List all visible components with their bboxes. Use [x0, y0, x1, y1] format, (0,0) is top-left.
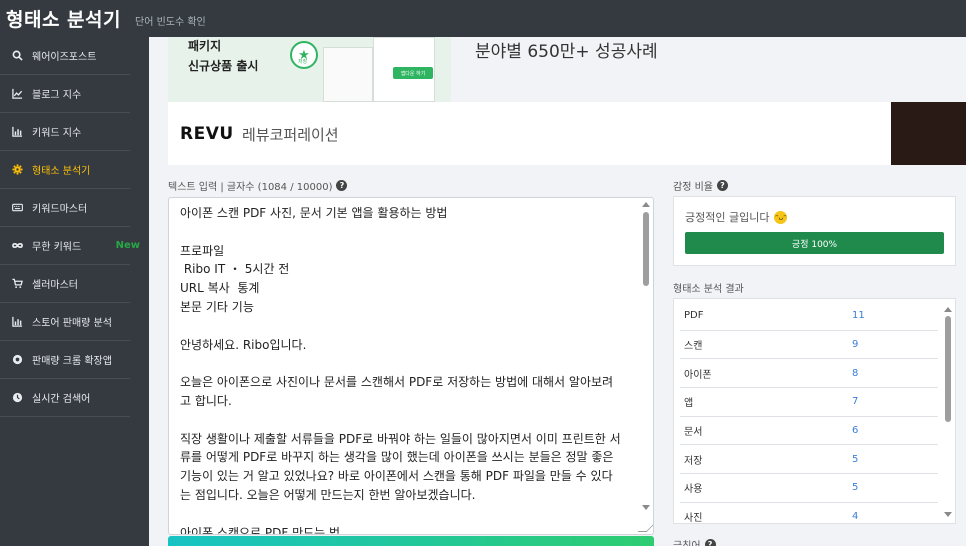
sidebar-item-chrome-extension[interactable]: 판매량 크롬 확장앱 — [0, 341, 130, 379]
morpheme-count[interactable]: 9 — [852, 339, 858, 350]
morpheme-count[interactable]: 8 — [852, 368, 858, 379]
sentiment-label: 감정 비율 ? — [673, 178, 728, 193]
text-input-content[interactable]: 아이폰 스캔 PDF 사진, 문서 기본 앱을 활용하는 방법 프로파일 Rib… — [169, 198, 653, 534]
sidebar-item-infinite-keyword[interactable]: 무한 키워드 New — [0, 227, 140, 265]
sentiment-result: 긍정적인 글입니다 ᵔᴗᵔ — [685, 209, 788, 225]
sidebar-item-label: 무한 키워드 — [32, 242, 82, 253]
chrome-icon — [10, 353, 24, 367]
morpheme-word: 저장 — [684, 455, 703, 467]
morpheme-count[interactable]: 6 — [852, 425, 858, 436]
morpheme-result-panel: PDF 11 스캔 9 아이폰 8 앱7 문서 6 저장 5 사용 5 사진 4 — [673, 298, 956, 524]
sidebar-item-whereispost[interactable]: 웨어이즈포스트 — [0, 37, 130, 75]
keyboard-icon — [10, 201, 24, 215]
ad-brand-banner[interactable]: REVU 레뷰코퍼레이션 — [168, 102, 966, 165]
gear-icon — [10, 163, 24, 177]
text-input-area[interactable]: 아이폰 스캔 PDF 사진, 문서 기본 앱을 활용하는 방법 프로파일 Rib… — [168, 197, 654, 535]
morpheme-word: 아이폰 — [684, 369, 712, 381]
table-row: 스캔 9 — [680, 331, 938, 360]
smile-emoji-icon: ᵔᴗᵔ — [774, 210, 788, 224]
morpheme-word: 문서 — [684, 427, 703, 439]
text-input-label-text: 텍스트 입력 | 글자수 (1084 / 10000) — [168, 182, 333, 193]
scrollbar-thumb[interactable] — [945, 316, 951, 422]
table-row: PDF 11 — [680, 302, 938, 331]
ad-thumbnail-image — [891, 102, 966, 165]
morpheme-word: PDF — [684, 310, 704, 322]
forbidden-words-label-text: 금칙어 — [673, 537, 701, 546]
table-row: 사용 5 — [680, 474, 938, 503]
sidebar-item-store-sales[interactable]: 스토어 판매량 분석 — [0, 303, 130, 341]
morpheme-scrollbar[interactable] — [943, 307, 953, 517]
table-row: 아이폰 8 — [680, 359, 938, 389]
ad-banner-line2: 신규상품 출시 — [188, 59, 259, 73]
sidebar-item-keyword-master[interactable]: 키워드마스터 — [0, 189, 130, 227]
infinity-icon — [10, 239, 24, 253]
help-icon[interactable]: ? — [704, 539, 716, 546]
line-chart-icon — [10, 87, 24, 101]
morpheme-result-label: 형태소 분석 결과 — [673, 284, 744, 295]
sidebar-item-label: 판매량 크롬 확장앱 — [32, 356, 112, 367]
revu-logo: REVU — [180, 124, 234, 144]
morpheme-word: 사용 — [684, 484, 703, 496]
new-badge: New — [115, 240, 140, 251]
sidebar-item-blog-index[interactable]: 블로그 지수 — [0, 75, 130, 113]
sidebar-item-keyword-index[interactable]: 키워드 지수 — [0, 113, 130, 151]
app-subtitle: 단어 빈도수 확인 — [135, 17, 206, 28]
clock-icon — [10, 391, 24, 405]
text-input-scrollbar[interactable] — [641, 202, 651, 510]
ad-app-download-button: 앱다운 하기 — [393, 67, 433, 79]
table-row: 문서 6 — [680, 417, 938, 446]
sidebar-item-label: 실시간 검색어 — [32, 394, 91, 405]
app-title: 형태소 분석기 — [6, 9, 121, 31]
sidebar-item-label: 키워드마스터 — [32, 204, 88, 215]
morpheme-count[interactable]: 11 — [852, 310, 865, 321]
sidebar-item-label: 키워드 지수 — [32, 128, 82, 139]
cart-icon — [10, 277, 24, 291]
top-bar: 형태소 분석기 단어 빈도수 확인 — [0, 0, 966, 37]
morpheme-word: 사진 — [684, 513, 703, 524]
bar-chart-icon — [10, 315, 24, 329]
scroll-down-arrow-icon[interactable] — [944, 512, 952, 517]
scroll-up-arrow-icon[interactable] — [642, 202, 650, 207]
ad-headline[interactable]: 분야별 650만+ 성공사례 — [475, 37, 658, 62]
table-row: 앱7 — [680, 388, 938, 417]
ad-banner-image[interactable]: 패키지 신규상품 출시 ★ 저장 앱다운 하기 — [168, 37, 451, 102]
sentiment-label-text: 감정 비율 — [673, 182, 713, 193]
bar-chart-icon — [10, 125, 24, 139]
morpheme-count[interactable]: 7 — [852, 396, 858, 407]
sidebar-item-label: 셀러마스터 — [32, 280, 78, 291]
sidebar-item-label: 형태소 분석기 — [32, 166, 91, 177]
sidebar: 웨어이즈포스트 블로그 지수 키워드 지수 형태소 분석기 키워드마스터 무한 … — [0, 37, 149, 546]
sidebar-item-label: 블로그 지수 — [32, 90, 82, 101]
scrollbar-thumb[interactable] — [643, 212, 649, 286]
sentiment-result-text: 긍정적인 글입니다 — [685, 211, 770, 224]
star-caption: 저장 — [298, 59, 308, 65]
sidebar-item-morpheme-analyzer[interactable]: 형태소 분석기 — [0, 151, 130, 189]
morpheme-count[interactable]: 4 — [852, 511, 858, 522]
table-row: 사진 4 — [680, 503, 938, 524]
help-icon[interactable]: ? — [716, 180, 728, 191]
phone-mockup-image — [323, 47, 373, 102]
morpheme-word: 스캔 — [684, 341, 703, 353]
search-icon — [10, 49, 24, 63]
brand-name: 레뷰코퍼레이션 — [242, 126, 339, 144]
help-icon[interactable]: ? — [336, 180, 348, 191]
scroll-down-arrow-icon[interactable] — [642, 505, 650, 510]
text-input-label: 텍스트 입력 | 글자수 (1084 / 10000) ? — [168, 178, 348, 193]
morpheme-result-table: PDF 11 스캔 9 아이폰 8 앱7 문서 6 저장 5 사용 5 사진 4 — [680, 302, 938, 524]
table-row: 저장 5 — [680, 445, 938, 475]
sidebar-item-realtime-search[interactable]: 실시간 검색어 — [0, 379, 130, 417]
sentiment-panel: 긍정적인 글입니다 ᵔᴗᵔ 긍정 100% — [673, 196, 956, 266]
sidebar-item-seller-master[interactable]: 셀러마스터 — [0, 265, 130, 303]
forbidden-words-label: 금칙어 ? — [673, 537, 716, 546]
sentiment-positive-bar: 긍정 100% — [685, 232, 944, 254]
sidebar-item-label: 스토어 판매량 분석 — [32, 318, 112, 329]
scroll-up-arrow-icon[interactable] — [944, 307, 952, 312]
ad-banner-line1: 패키지 — [188, 39, 222, 53]
analyze-button[interactable] — [168, 536, 654, 546]
morpheme-count[interactable]: 5 — [852, 482, 858, 493]
sidebar-item-label: 웨어이즈포스트 — [32, 52, 97, 63]
morpheme-count[interactable]: 5 — [852, 454, 858, 465]
morpheme-word: 앱 — [684, 398, 694, 410]
